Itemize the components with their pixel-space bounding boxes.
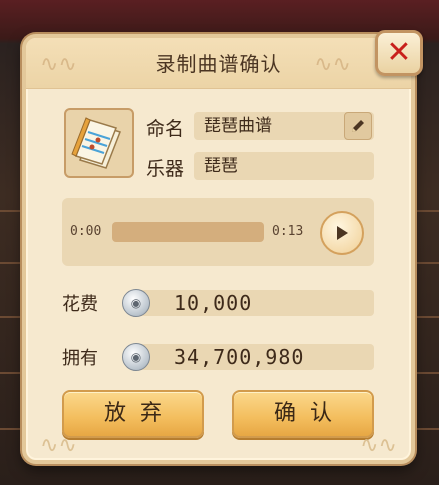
dialog-title-bar: ∿∿ ∿∿ 录制曲谱确认 xyxy=(26,38,411,89)
owned-amount: 34,700,980 xyxy=(134,344,374,370)
ornament-icon: ∿∿ xyxy=(40,433,77,458)
play-button[interactable] xyxy=(320,211,364,255)
current-time: 0:00 xyxy=(70,224,102,239)
cost-amount: 10,000 xyxy=(134,290,374,316)
total-time: 0:13 xyxy=(272,224,304,239)
close-x-icon: ✕ xyxy=(386,35,412,70)
silver-coin-icon: ◉ xyxy=(122,343,150,371)
instrument-field: 琵琶 xyxy=(194,152,374,180)
ornament-icon: ∿∿ xyxy=(360,433,397,458)
play-icon xyxy=(337,226,348,240)
cancel-button[interactable]: 放弃 xyxy=(62,390,204,438)
cost-label: 花费 xyxy=(62,294,98,315)
owned-label: 拥有 xyxy=(62,348,98,369)
silver-coin-icon: ◉ xyxy=(122,289,150,317)
pencil-icon xyxy=(352,120,364,132)
instrument-label: 乐器 xyxy=(146,158,185,180)
confirm-button[interactable]: 确认 xyxy=(232,390,374,438)
close-button[interactable]: ✕ xyxy=(375,30,423,76)
record-score-confirm-dialog: ∿∿ ∿∿ 录制曲谱确认 ✕ 命名 琵琶曲谱 乐器 琵琶 0:00 0:13 花… xyxy=(22,30,423,464)
music-score-book-icon xyxy=(64,108,134,178)
playback-progress-bar[interactable] xyxy=(112,222,264,242)
edit-name-button[interactable] xyxy=(344,112,372,140)
dialog-title: 录制曲谱确认 xyxy=(155,52,282,76)
name-label: 命名 xyxy=(146,118,185,140)
audio-preview-player: 0:00 0:13 xyxy=(62,198,374,266)
